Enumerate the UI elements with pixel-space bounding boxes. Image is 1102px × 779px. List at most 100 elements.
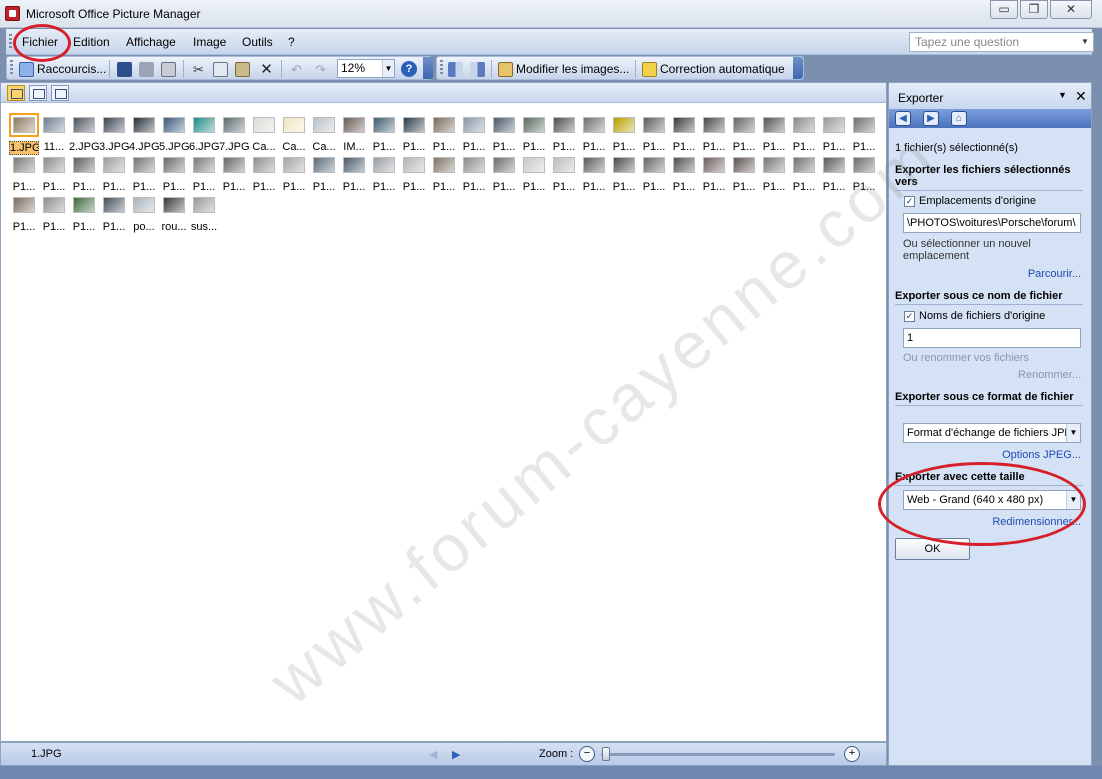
filename-field[interactable]: 1 [903,328,1081,348]
zoom-slider-track[interactable] [601,753,835,756]
thumbnail-item[interactable]: rou... [159,197,189,239]
thumbnail-item[interactable]: Ca... [249,117,279,159]
thumbnail-item[interactable]: P1... [339,157,369,199]
thumbnail-item[interactable]: P1... [549,157,579,199]
close-icon[interactable]: ✕ [1075,89,1087,103]
thumbnail-item[interactable]: P1... [369,117,399,159]
thumbnail-item[interactable]: P1... [609,157,639,199]
thumbnail-item[interactable]: P1... [249,157,279,199]
rotate-right-button[interactable] [468,60,487,78]
thumbnail-item[interactable]: P1... [369,157,399,199]
menu-fichier[interactable]: Fichier [22,35,58,49]
thumbnail-item[interactable]: P1... [849,117,879,159]
thumbnail-item[interactable]: P1... [699,117,729,159]
delete-button[interactable]: ✕ [257,60,276,78]
zoom-slider-thumb[interactable] [602,747,610,761]
print-button[interactable] [137,60,156,78]
previous-arrow-icon[interactable]: ◀ [429,748,437,761]
thumbnail-item[interactable]: P1... [759,157,789,199]
chevron-down-icon[interactable]: ▼ [1058,90,1067,100]
thumbnail-item[interactable]: P1... [9,157,39,199]
thumbnail-item[interactable]: P1... [609,117,639,159]
toolbar-grip[interactable] [10,60,13,76]
thumbnail-item[interactable]: Ca... [279,117,309,159]
thumbnail-item[interactable]: P1... [69,197,99,239]
forward-arrow-icon[interactable]: ▶ [923,111,939,126]
export-path-field[interactable]: \PHOTOS\voitures\Porsche\forum\ [903,213,1081,233]
thumbnail-item[interactable]: P1... [189,157,219,199]
thumbnail-item[interactable]: P1... [519,157,549,199]
toolbar-options-chevron[interactable] [423,57,433,79]
chevron-down-icon[interactable]: ▼ [382,60,394,77]
zoom-out-icon[interactable]: − [579,746,595,762]
thumbnail-item[interactable]: P1... [9,197,39,239]
email-button[interactable] [159,60,178,78]
thumbnail-item[interactable]: P1... [819,117,849,159]
thumbnail-item[interactable]: P1... [549,117,579,159]
chevron-down-icon[interactable]: ▼ [1066,491,1080,509]
toolbar-options-chevron[interactable] [793,57,803,79]
thumbnail-item[interactable]: P1... [579,117,609,159]
thumbnail-item[interactable]: P1... [489,117,519,159]
ask-question-input[interactable]: Tapez une question ▼ [909,32,1094,52]
thumbnail-item[interactable]: Ca... [309,117,339,159]
thumbnail-item[interactable]: P1... [429,157,459,199]
original-names-checkbox[interactable]: ✓ [904,311,915,322]
thumbnail-item[interactable]: P1... [489,157,519,199]
thumbnail-item[interactable]: P1... [519,117,549,159]
thumbnail-item[interactable]: P1... [219,157,249,199]
zoom-in-icon[interactable]: + [844,746,860,762]
thumbnail-item[interactable]: P1... [729,117,759,159]
redo-button[interactable]: ↷ [311,60,330,78]
thumbnail-item[interactable]: P1... [759,117,789,159]
resize-link[interactable]: Redimensionner... [992,516,1081,528]
thumbnail-item[interactable]: 5.JPG [159,117,189,159]
copy-button[interactable] [211,60,230,78]
thumbnail-item[interactable]: P1... [99,197,129,239]
thumbnail-item[interactable]: P1... [849,157,879,199]
paste-button[interactable] [233,60,252,78]
browse-link[interactable]: Parcourir... [1028,268,1081,280]
thumbnail-view-button[interactable] [7,85,25,101]
thumbnail-item[interactable]: 6.JPG [189,117,219,159]
thumbnail-item[interactable]: P1... [309,157,339,199]
thumbnail-item[interactable]: P1... [399,117,429,159]
menu-outils[interactable]: Outils [242,35,273,49]
thumbnail-item[interactable]: po... [129,197,159,239]
chevron-down-icon[interactable]: ▼ [1079,35,1091,49]
thumbnail-item[interactable]: 7.JPG [219,117,249,159]
restore-button[interactable]: ❐ [1020,0,1048,19]
shortcuts-button[interactable]: Raccourcis... [17,60,108,78]
thumbnail-item[interactable]: P1... [39,157,69,199]
thumbnail-item[interactable]: P1... [639,117,669,159]
menubar-grip[interactable] [9,34,12,50]
thumbnail-item[interactable]: P1... [429,117,459,159]
auto-correct-button[interactable]: Correction automatique [640,60,787,78]
minimize-button[interactable]: ▭ [990,0,1018,19]
menu-image[interactable]: Image [193,35,226,49]
original-location-checkbox[interactable]: ✓ [904,196,915,207]
home-icon[interactable]: ⌂ [951,111,967,126]
thumbnail-item[interactable]: P1... [99,157,129,199]
single-picture-view-button[interactable] [51,85,69,101]
menu-affichage[interactable]: Affichage [126,35,176,49]
thumbnail-item[interactable]: P1... [129,157,159,199]
thumbnail-item[interactable]: P1... [669,117,699,159]
thumbnail-item[interactable]: 1.JPG [9,113,39,159]
filmstrip-view-button[interactable] [29,85,47,101]
save-button[interactable] [115,60,134,78]
thumbnail-item[interactable]: P1... [699,157,729,199]
thumbnail-item[interactable]: P1... [789,157,819,199]
menu-help[interactable]: ? [288,35,295,49]
jpeg-options-link[interactable]: Options JPEG... [1002,449,1081,461]
thumbnail-item[interactable]: P1... [819,157,849,199]
thumbnail-item[interactable]: P1... [39,197,69,239]
thumbnail-item[interactable]: P1... [279,157,309,199]
back-arrow-icon[interactable]: ◀ [895,111,911,126]
thumbnail-item[interactable]: P1... [789,117,819,159]
thumbnail-item[interactable]: 3.JPG [99,117,129,159]
thumbnail-item[interactable]: sus... [189,197,219,239]
toolbar-grip[interactable] [440,60,443,76]
thumbnail-item[interactable]: P1... [459,117,489,159]
thumbnail-item[interactable]: P1... [729,157,759,199]
